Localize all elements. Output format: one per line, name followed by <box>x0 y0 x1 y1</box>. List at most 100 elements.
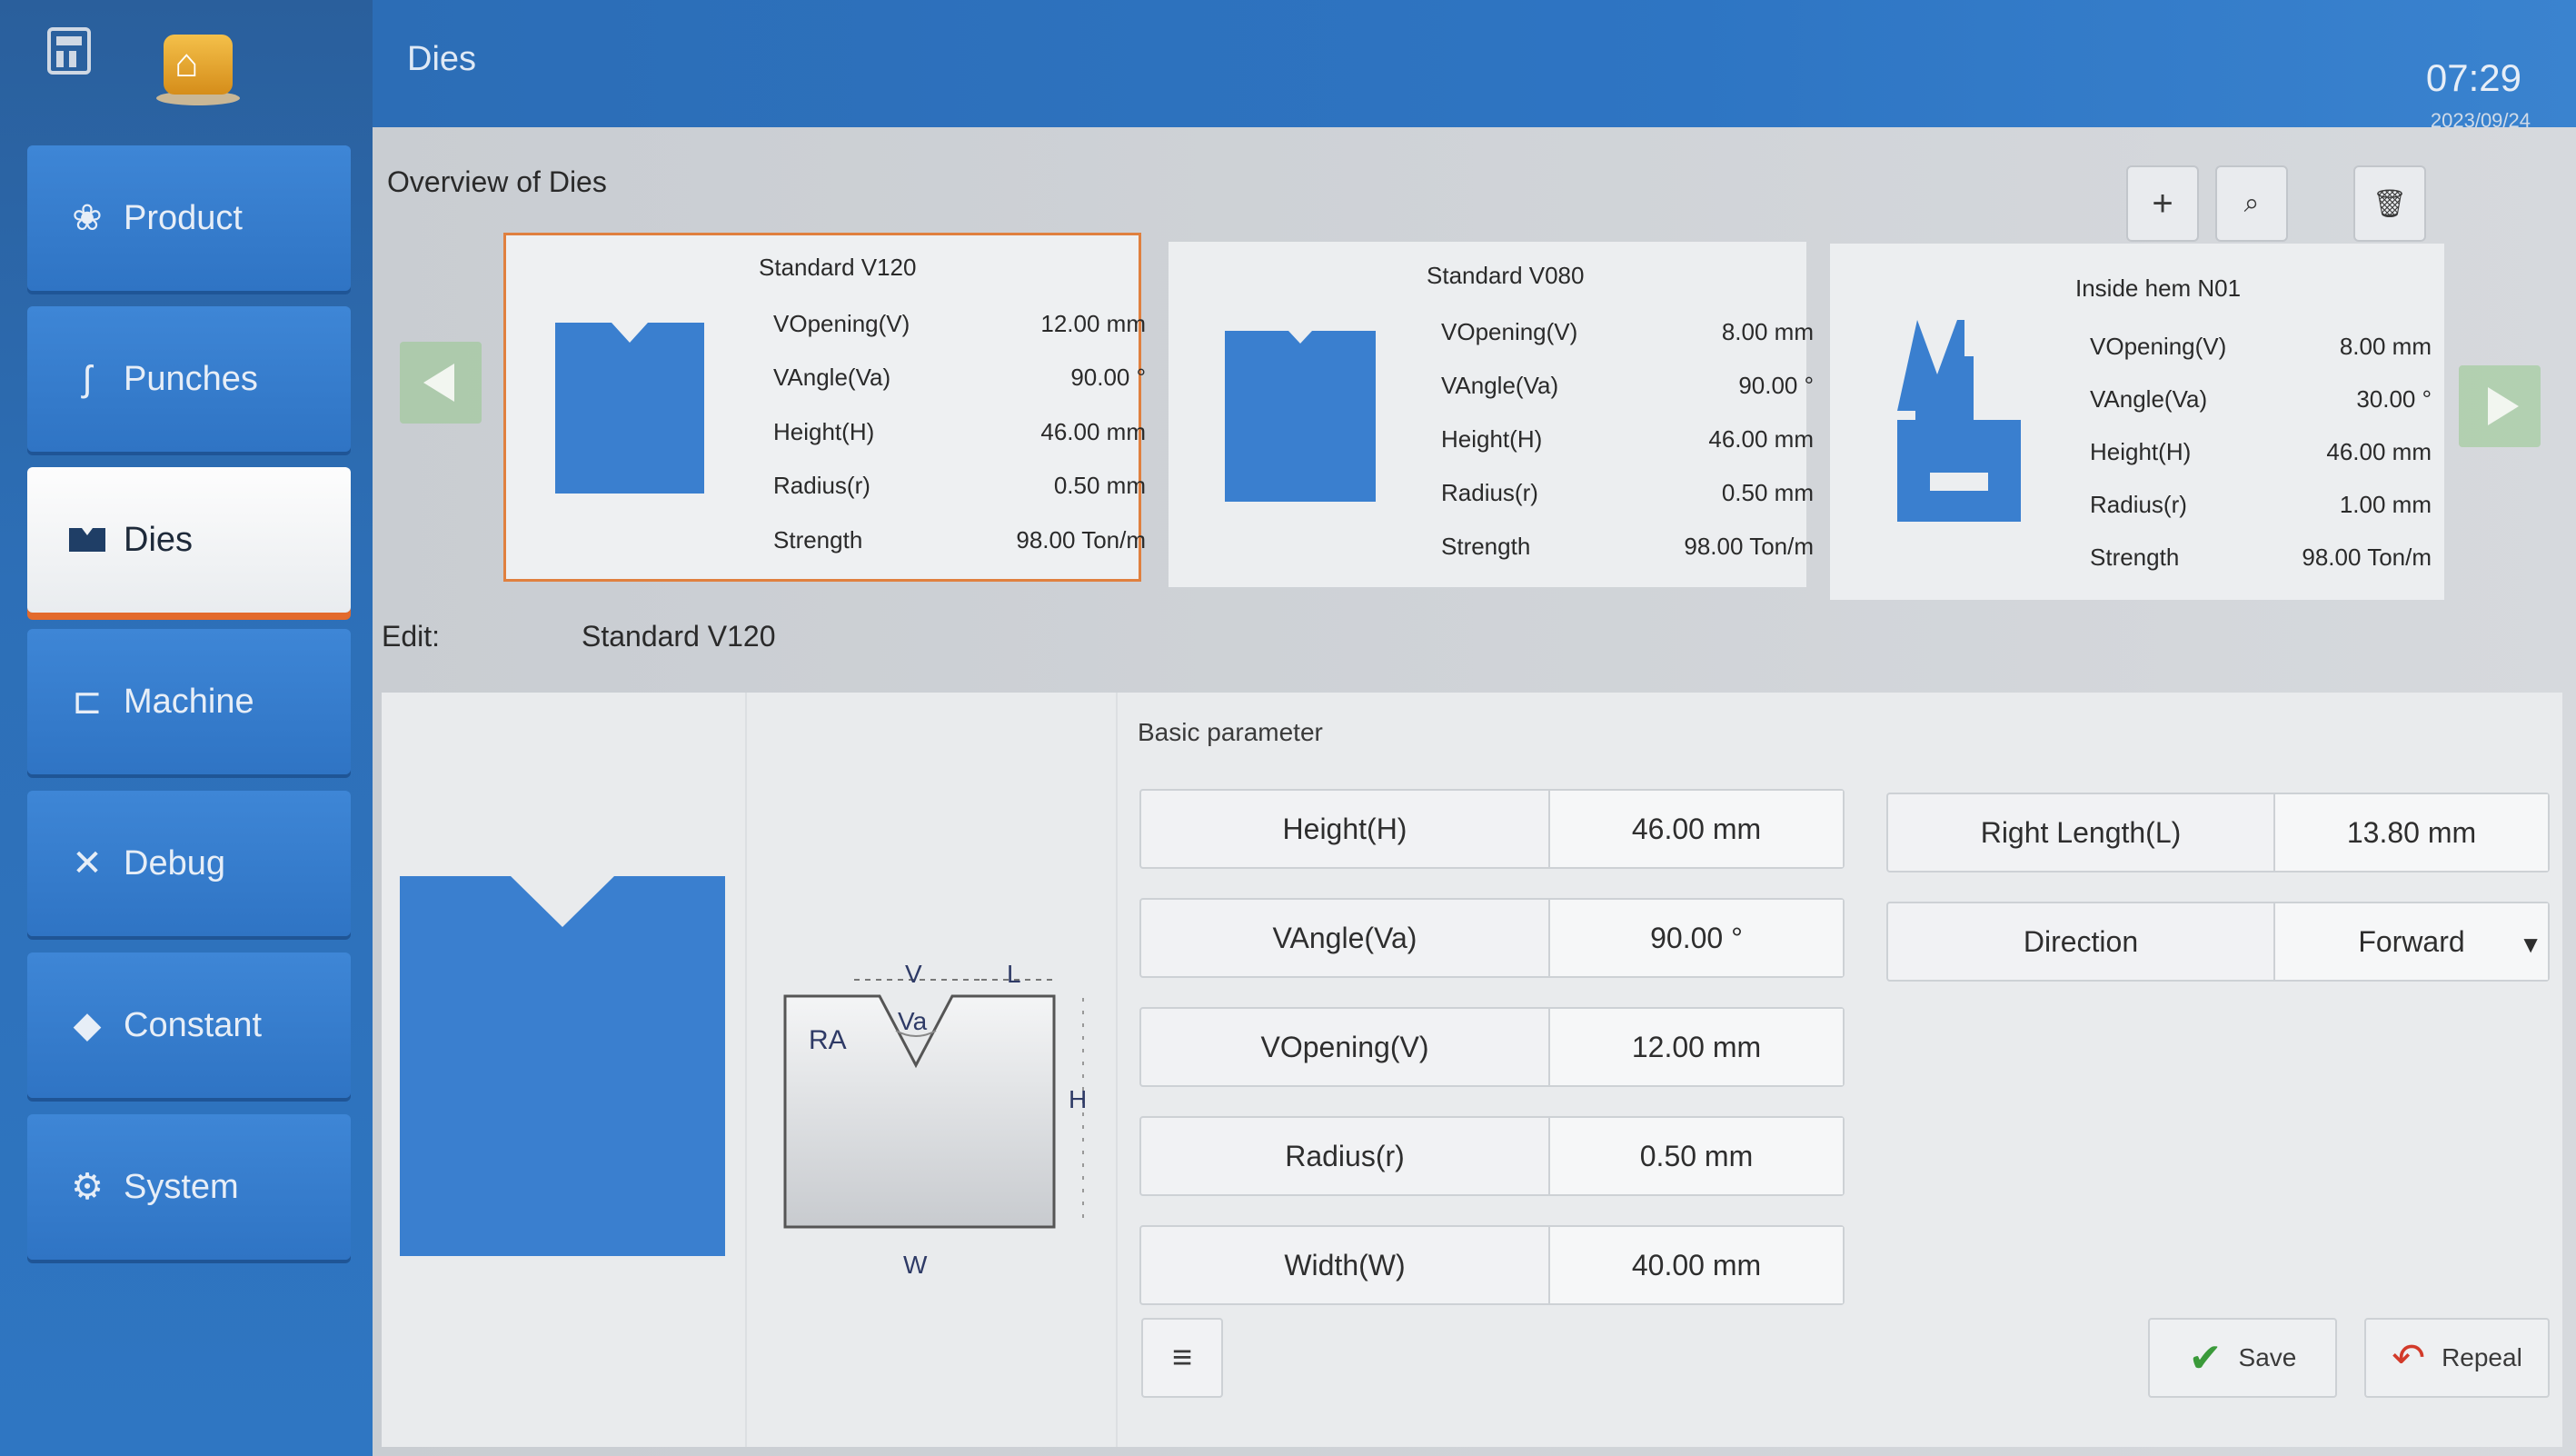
diagram-label-l: L <box>1007 960 1021 988</box>
die-card-standard-v080[interactable]: Standard V080 VOpening(V) 8.00 mm VAngle… <box>1169 242 1814 587</box>
sidebar-item-dies[interactable]: Dies <box>27 467 351 613</box>
previous-page-arrow-icon[interactable] <box>400 342 482 424</box>
punch-icon: ʃ <box>83 358 92 399</box>
row-value: 8.00 mm <box>2339 333 2432 360</box>
die-card-row: Radius(r) 0.50 mm <box>1441 479 1814 507</box>
plus-icon: + <box>2152 183 2173 224</box>
param-label: Height(H) <box>1141 791 1550 867</box>
die-card-row: VAngle(Va) 90.00 ° <box>1441 372 1814 400</box>
repeal-button[interactable]: ↶ Repeal <box>2364 1318 2550 1398</box>
machine-icon: ⊏ <box>72 682 103 722</box>
next-page-arrow-icon[interactable] <box>2459 365 2541 447</box>
sidebar-item-system[interactable]: ⚙ System <box>27 1114 351 1260</box>
diagram-label-w: W <box>903 1251 928 1279</box>
sidebar-item-label: Constant <box>124 1005 263 1044</box>
width-input[interactable]: 40.00 mm <box>1550 1227 1843 1303</box>
right-length-input[interactable]: 13.80 mm <box>2275 794 2548 871</box>
row-label: Radius(r) <box>773 472 870 499</box>
param-row-height: Height(H) 46.00 mm <box>1139 789 1845 869</box>
param-row-right-length: Right Length(L) 13.80 mm <box>1886 793 2550 873</box>
param-label: Direction <box>1888 903 2275 980</box>
screen: ⌂ ❀ Product ʃ Punches Dies ⊏ Machine ✕ D… <box>0 0 2576 1456</box>
overview-title: Overview of Dies <box>387 165 607 198</box>
row-value: 8.00 mm <box>1721 318 1814 345</box>
sidebar-item-label: Debug <box>124 843 225 883</box>
die-card-row: Strength 98.00 Ton/m <box>2090 544 2432 572</box>
die-icon <box>65 518 109 562</box>
die-card-row: Strength 98.00 Ton/m <box>773 526 1146 554</box>
row-label: VAngle(Va) <box>2090 385 2208 413</box>
add-die-button[interactable]: + <box>2126 165 2199 242</box>
checkmark-icon: ✔ <box>2188 1335 2223 1381</box>
param-label: VOpening(V) <box>1141 1009 1550 1085</box>
row-value: 1.00 mm <box>2339 491 2432 518</box>
diagram-label-v: V <box>905 960 922 988</box>
die-card-row: VOpening(V) 8.00 mm <box>1441 318 1814 346</box>
die-card-title: Inside hem N01 <box>2075 274 2242 302</box>
header-bar: Dies 07:29 2023/09/24 <box>373 0 2576 132</box>
edit-die-name: Standard V120 <box>582 620 776 653</box>
diagram-label-va: Va <box>898 1007 928 1035</box>
calculator-icon[interactable] <box>47 27 91 75</box>
row-label: VOpening(V) <box>1441 318 1578 345</box>
sidebar-item-punches[interactable]: ʃ Punches <box>27 306 351 452</box>
menu-button[interactable]: ≡ <box>1141 1318 1223 1398</box>
direction-select[interactable]: Forward ▼ <box>2275 903 2548 980</box>
die-card-row: Height(H) 46.00 mm <box>773 418 1146 446</box>
row-value: 90.00 ° <box>1738 372 1814 399</box>
die-card-row: VAngle(Va) 30.00 ° <box>2090 385 2432 414</box>
trash-icon: 🗑 <box>2372 188 2408 219</box>
house-glyph-icon: ⌂ <box>174 41 199 85</box>
menu-icon: ≡ <box>1171 1338 1193 1377</box>
save-button[interactable]: ✔ Save <box>2148 1318 2337 1398</box>
row-value: 98.00 Ton/m <box>1016 526 1146 553</box>
vopening-input[interactable]: 12.00 mm <box>1550 1009 1843 1085</box>
die-card-title: Standard V120 <box>759 254 917 281</box>
die-card-standard-v120[interactable]: Standard V120 VOpening(V) 12.00 mm VAngl… <box>503 233 1146 582</box>
row-value: 0.50 mm <box>1053 472 1146 499</box>
param-label: VAngle(Va) <box>1141 900 1550 976</box>
vangle-input[interactable]: 90.00 ° <box>1550 900 1843 976</box>
diagram-label-h: H <box>1069 1085 1088 1113</box>
die-thumbnail-icon <box>1225 331 1376 502</box>
home-icon[interactable]: ⌂ <box>156 25 240 105</box>
search-die-button[interactable]: ⌕ <box>2215 165 2288 242</box>
die-card-row: Strength 98.00 Ton/m <box>1441 533 1814 561</box>
height-input[interactable]: 46.00 mm <box>1550 791 1843 867</box>
die-card-row: VOpening(V) 8.00 mm <box>2090 333 2432 361</box>
diagram-label-ra: RA <box>809 1025 847 1055</box>
row-label: Strength <box>2090 544 2180 571</box>
row-value: 98.00 Ton/m <box>2302 544 2432 571</box>
product-icon: ❀ <box>72 198 103 238</box>
row-label: Strength <box>1441 533 1531 560</box>
die-card-row: Height(H) 46.00 mm <box>1441 425 1814 454</box>
row-label: VAngle(Va) <box>773 364 891 391</box>
save-label: Save <box>2238 1343 2297 1371</box>
sidebar-item-label: Product <box>124 198 243 237</box>
die-card-title: Standard V080 <box>1427 262 1585 289</box>
search-icon: ⌕ <box>2243 188 2260 218</box>
delete-die-button[interactable]: 🗑 <box>2353 165 2426 242</box>
sidebar-item-constant[interactable]: ◆ Constant <box>27 952 351 1098</box>
sidebar-item-label: Punches <box>124 359 258 398</box>
die-preview-shape <box>400 876 725 1256</box>
param-label: Width(W) <box>1141 1227 1550 1303</box>
param-row-direction: Direction Forward ▼ <box>1886 902 2550 982</box>
die-card-row: Height(H) 46.00 mm <box>2090 438 2432 466</box>
param-row-width: Width(W) 40.00 mm <box>1139 1225 1845 1305</box>
sidebar-item-debug[interactable]: ✕ Debug <box>27 791 351 936</box>
row-value: 98.00 Ton/m <box>1684 533 1814 560</box>
param-label: Right Length(L) <box>1888 794 2275 871</box>
editor-panel: V L Va RA H W Basic parameter Height(H) … <box>382 693 2562 1447</box>
die-card-row: Radius(r) 1.00 mm <box>2090 491 2432 519</box>
clock-time: 07:29 <box>2425 56 2521 99</box>
radius-input[interactable]: 0.50 mm <box>1550 1118 1843 1194</box>
row-value: 90.00 ° <box>1070 364 1146 391</box>
sidebar-item-machine[interactable]: ⊏ Machine <box>27 629 351 774</box>
die-card-row: VAngle(Va) 90.00 ° <box>773 364 1146 392</box>
sidebar-item-product[interactable]: ❀ Product <box>27 145 351 291</box>
main-content: Overview of Dies + ⌕ 🗑 Standard V120 VOp… <box>373 127 2576 1456</box>
die-card-inside-hem-n01[interactable]: Inside hem N01 VOpening(V) 8.00 mm VAngl… <box>1830 244 2444 600</box>
row-label: VAngle(Va) <box>1441 372 1559 399</box>
page-title: Dies <box>407 40 477 78</box>
